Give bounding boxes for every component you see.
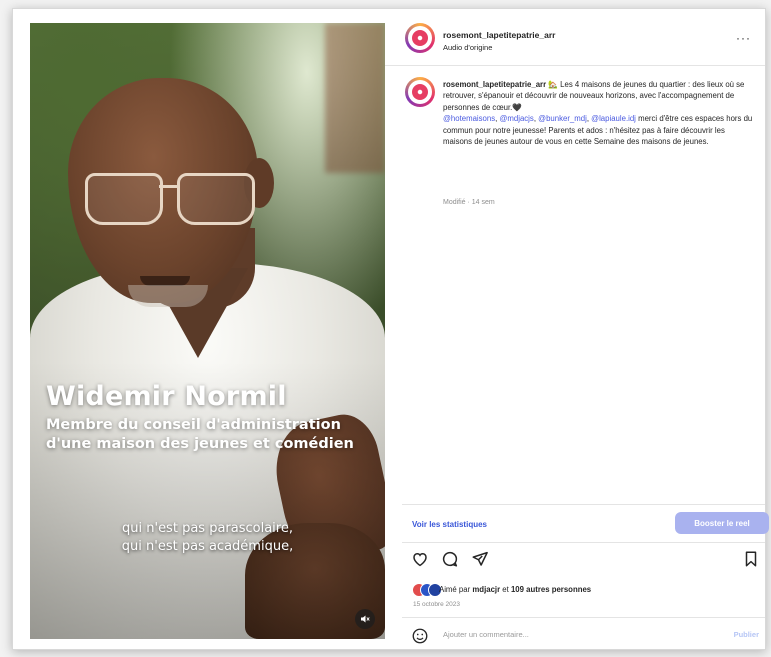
speaker-role: Membre du conseil d'administration d'une…	[46, 416, 376, 454]
mention-link[interactable]: @mdjacjs	[499, 114, 533, 123]
comment-icon	[442, 551, 458, 567]
more-options-icon[interactable]: ···	[736, 31, 751, 45]
emoji-button[interactable]	[411, 627, 429, 650]
account-logo-icon	[412, 84, 428, 100]
likes-middle: et	[500, 585, 511, 594]
header-divider	[385, 65, 765, 66]
mute-button[interactable]	[355, 609, 375, 629]
like-button[interactable]	[411, 550, 429, 573]
icons-divider	[402, 542, 765, 543]
mention-link[interactable]: @lapiaule.idj	[591, 114, 636, 123]
video-subtitles: qui n'est pas parascolaire, qui n'est pa…	[30, 520, 385, 556]
post-details-panel: rosemont_lapetitepatrie_arr Audio d'orig…	[385, 9, 769, 649]
subtitle-line1: qui n'est pas parascolaire,	[122, 521, 293, 536]
comment-input[interactable]: Ajouter un commentaire...	[443, 630, 529, 639]
share-button[interactable]	[471, 550, 489, 573]
caption-username[interactable]: rosemont_lapetitepatrie_arr	[443, 80, 546, 89]
likes-summary[interactable]: Aimé par mdjacjr et 109 autres personnes	[439, 585, 591, 594]
bookmark-icon	[745, 551, 757, 567]
paper-plane-icon	[472, 551, 488, 566]
caption-avatar[interactable]	[405, 77, 435, 107]
post-date: 15 octobre 2023	[413, 601, 460, 608]
likes-others[interactable]: 109 autres personnes	[511, 585, 591, 594]
boost-reel-button[interactable]: Booster le reel	[675, 512, 769, 534]
post-caption: rosemont_lapetitepatrie_arr 🏡 Les 4 mais…	[443, 80, 753, 147]
actions-divider	[402, 504, 765, 505]
account-logo-icon	[412, 30, 428, 46]
subtitle-line2: qui n'est pas académique,	[121, 539, 294, 554]
profile-avatar[interactable]	[405, 23, 435, 53]
audio-link[interactable]: Audio d'origine	[443, 43, 492, 52]
post-modal: Widemir Normil Membre du conseil d'admin…	[12, 8, 769, 650]
emoji-icon	[412, 628, 428, 644]
likes-prefix: Aimé par	[439, 585, 473, 594]
speaker-role-line1: Membre du conseil d'administration	[46, 417, 341, 433]
header-username[interactable]: rosemont_lapetitepatrie_arr	[443, 30, 555, 40]
mention-link[interactable]: @bunker_mdj	[538, 114, 587, 123]
mention-link[interactable]: @hotemaisons	[443, 114, 495, 123]
speaker-name: Widemir Normil	[46, 381, 287, 412]
heart-icon	[413, 552, 427, 567]
publish-button[interactable]: Publier	[734, 630, 759, 639]
post-action-bar	[411, 550, 761, 572]
comment-button[interactable]	[441, 550, 459, 573]
liker-username[interactable]: mdjacjr	[472, 585, 500, 594]
comment-composer: Ajouter un commentaire... Publier	[411, 627, 765, 645]
save-button[interactable]	[743, 550, 759, 573]
caption-timestamp: Modifié · 14 sem	[443, 199, 495, 206]
comment-divider	[402, 617, 765, 618]
view-insights-link[interactable]: Voir les statistiques	[412, 520, 487, 529]
speaker-muted-icon	[361, 615, 370, 623]
speaker-role-line2: d'une maison des jeunes et comédien	[46, 436, 354, 452]
reel-video[interactable]: Widemir Normil Membre du conseil d'admin…	[30, 23, 385, 639]
